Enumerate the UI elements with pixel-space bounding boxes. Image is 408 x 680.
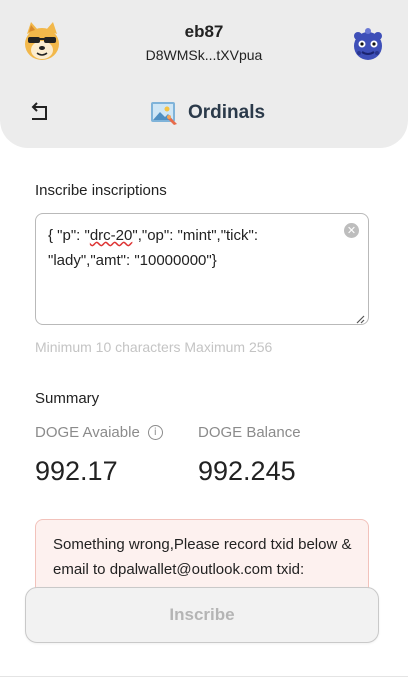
header: eb87 D8WMSk...tXVpua Ordinals <box>0 0 408 148</box>
inscription-textarea[interactable]: { "p": "drc-20","op": "mint","tick": "la… <box>35 213 369 325</box>
resize-handle-icon[interactable] <box>355 311 365 324</box>
page-title: Ordinals <box>188 102 266 123</box>
doge-balance-value: 992.245 <box>198 456 296 486</box>
ordinals-image-icon <box>150 100 178 126</box>
back-arrow-icon[interactable] <box>28 102 52 124</box>
account-address[interactable]: D8WMSk...tXVpua <box>0 47 408 63</box>
ordinals-inscribe-screen: eb87 D8WMSk...tXVpua Ordinals Inscribe i… <box>0 0 408 680</box>
error-message-text: Something wrong,Please record txid below… <box>53 536 352 578</box>
bottom-divider <box>0 676 408 677</box>
doge-balance-label: DOGE Balance <box>198 424 301 441</box>
inscription-text[interactable]: { "p": "drc-20","op": "mint","tick": "la… <box>48 223 340 273</box>
clear-input-icon[interactable]: ✕ <box>344 223 359 238</box>
length-hint: Minimum 10 characters Maximum 256 <box>35 339 273 355</box>
account-name: eb87 <box>184 22 224 41</box>
spellcheck-underlined-word: drc-20 <box>89 227 133 244</box>
doge-available-label-group: DOGE Avaiable i <box>35 424 163 441</box>
page-title-group: Ordinals <box>150 97 265 129</box>
doge-available-label: DOGE Avaiable <box>35 424 140 441</box>
blue-creature-avatar-icon[interactable] <box>350 26 386 62</box>
info-icon[interactable]: i <box>147 425 163 440</box>
doge-available-value: 992.17 <box>35 456 118 486</box>
inscribe-label: Inscribe inscriptions <box>35 182 167 199</box>
inscribe-button[interactable]: Inscribe <box>25 587 379 643</box>
summary-label: Summary <box>35 390 100 407</box>
